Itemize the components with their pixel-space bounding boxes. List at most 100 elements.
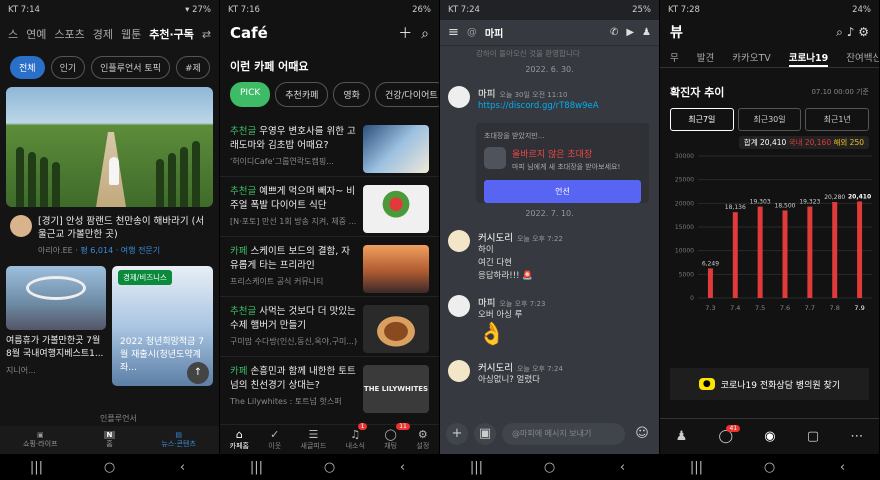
feed-card-info[interactable]: [경기] 안성 팜랜드 천만송이 해바라기 (서울근교 가볼만한 곳) 아리아.… (0, 207, 219, 256)
tab-webtoon[interactable]: 웹툰 (121, 26, 141, 42)
friends-icon[interactable]: ♟ (676, 429, 688, 444)
tree-shape (52, 162, 60, 207)
feed-card-image[interactable] (6, 87, 213, 207)
segment-30days[interactable]: 최근30일 (737, 108, 802, 131)
feed-card-small[interactable]: 경제/비즈니스 2022 청년희망적금 7월 재출시(청년도약계좌... ↑ (112, 266, 213, 386)
gear-icon[interactable]: ⚙ (858, 25, 869, 39)
legend-abroad: 해외 250 (833, 138, 865, 147)
status-bar: KT 7:16 26% (220, 0, 439, 20)
members-icon[interactable]: ♟ (642, 27, 651, 38)
home-icon[interactable]: ○ (315, 460, 345, 475)
menu-icon[interactable]: ≡ (448, 25, 459, 40)
tab-feed[interactable]: ☰ 새글피드 (301, 428, 327, 451)
card-stats: 평 6,014 · 여행 전문기 (80, 246, 161, 255)
tab-notifications[interactable]: ♫ 1 내소식 (346, 423, 368, 451)
pill-recommend[interactable]: 추천카페 (275, 82, 329, 107)
swap-icon[interactable]: ⇄ (202, 28, 211, 41)
chip-influencer[interactable]: 인플루언서 토픽 (91, 56, 170, 79)
list-item[interactable]: 추천글 예쁘게 먹으며 빼자~ 비주얼 폭발 다이어트 식단 [N·포토] 만선 … (220, 177, 439, 237)
home-icon[interactable]: ○ (95, 460, 125, 475)
tab-entertainment[interactable]: 연예 (26, 26, 46, 42)
bar-value-label: 20,280 (824, 194, 845, 201)
tab-economy[interactable]: 경제 (93, 26, 113, 42)
scroll-top-icon[interactable]: ↑ (187, 362, 209, 384)
recent-apps-icon[interactable]: ||| (682, 460, 712, 475)
status-time: KT 7:16 (228, 5, 260, 15)
phone-discord-screen: KT 7:24 25% ≡ @ 마피 ✆ ▶ ♟ 강하이 돌아오신 것을 환영합… (440, 0, 660, 480)
pill-health[interactable]: 건강/다이어트 (374, 82, 439, 107)
bar-value-label: 18,500 (775, 202, 796, 209)
tab-partial[interactable]: 스 (8, 26, 18, 42)
card-author: 지니어... (6, 366, 36, 375)
tab-settings[interactable]: ⚙ 설정 (416, 428, 429, 451)
back-icon[interactable]: ‹ (388, 460, 418, 475)
chip-hashtag[interactable]: #제 (175, 56, 210, 79)
avatar[interactable] (448, 86, 470, 108)
segment-7days[interactable]: 최근7일 (670, 108, 734, 131)
cafe-logo[interactable]: Café (230, 24, 268, 42)
tab-partial[interactable]: 무 (670, 50, 679, 67)
search-icon[interactable]: ⌕ (836, 25, 843, 39)
card-author: 인플루언서 (100, 414, 137, 423)
more-icon[interactable]: ⋯ (850, 429, 863, 444)
chip-all[interactable]: 전체 (10, 56, 45, 79)
tab-home[interactable]: N홈 (103, 431, 116, 449)
tab-sports[interactable]: 스포츠 (54, 26, 84, 42)
list-item[interactable]: 카페 스케이트 보드의 결함, 자유롭게 타는 프리라인 프리스케이트 공식 커뮤… (220, 237, 439, 297)
chat-icon[interactable]: ◯ 41 (718, 425, 741, 444)
tab-cafe-home[interactable]: ⌂ 카페홈 (230, 428, 249, 451)
home-icon[interactable]: ○ (535, 460, 565, 475)
news-icon: ▤ (175, 431, 183, 439)
recent-apps-icon[interactable]: ||| (22, 460, 52, 475)
message: 커시도리 오늘 오후 7:24 아싱없니? 얼렸다 (440, 354, 659, 393)
video-icon[interactable]: ▶ (626, 27, 634, 38)
search-icon[interactable]: ⌕ (421, 26, 429, 42)
y-tick-label: 10000 (675, 248, 694, 255)
tab-discover[interactable]: 발견 (697, 50, 714, 67)
plus-icon[interactable]: + (446, 423, 468, 445)
consult-banner[interactable]: ● 코로나19 전화상담 병의원 찾기 (670, 368, 869, 400)
back-icon[interactable]: ‹ (168, 460, 198, 475)
view-icon[interactable]: ◉ (764, 429, 775, 444)
invite-button[interactable]: 언션 (484, 180, 641, 203)
music-icon[interactable]: ♪ (847, 25, 855, 39)
ring-structure (26, 276, 86, 300)
avatar[interactable] (448, 295, 470, 317)
tab-vaccine[interactable]: 잔여백신 (846, 50, 879, 67)
home-icon[interactable]: ○ (755, 460, 785, 475)
pill-movie[interactable]: 영화 (333, 82, 370, 107)
tab-kakaotv[interactable]: 카카오TV (732, 50, 771, 67)
shopping-icon[interactable]: ▢ (807, 429, 819, 444)
feed-card-small[interactable]: 여름휴가 가볼만한곳 7월 8월 국내여행지베스트1... 지니어... (6, 266, 106, 386)
add-icon[interactable]: ＋ (398, 26, 412, 42)
recent-apps-icon[interactable]: ||| (242, 460, 272, 475)
notification-badge: 1 (357, 423, 368, 430)
call-icon[interactable]: ✆ (610, 27, 618, 38)
list-item[interactable]: 추천글 우영우 변호사를 위한 고래도마와 김초밥 어때요? '허이디Cafe'그… (220, 117, 439, 177)
message-input[interactable]: @마피에 메시지 보내기 (502, 423, 625, 445)
home-icon: ⌂ (235, 428, 243, 441)
emoji-icon[interactable]: ☺ (631, 423, 653, 445)
tab-chat[interactable]: ◯ 11 채팅 (384, 423, 410, 451)
tab-neighbors[interactable]: ✓ 이웃 (268, 428, 281, 451)
back-icon[interactable]: ‹ (828, 460, 858, 475)
chip-popular[interactable]: 인기 (50, 56, 86, 79)
list-item[interactable]: 카페 손흥민과 함께 내한한 토트넘의 친선경기 상대는? The Lilywhi… (220, 357, 439, 417)
recent-apps-icon[interactable]: ||| (462, 460, 492, 475)
segment-1year[interactable]: 최근1년 (805, 108, 870, 131)
avatar[interactable] (448, 360, 470, 382)
tab-news[interactable]: ▤ 뉴스·콘텐츠 (161, 431, 195, 449)
gift-icon[interactable]: ▣ (474, 423, 496, 445)
list-item[interactable]: 추천글 사먹는 것보다 더 맛있는 수제 햄버거 만들기 구미맘 수다방(인신,동… (220, 297, 439, 357)
tab-covid19[interactable]: 코로나19 (788, 50, 829, 67)
back-icon[interactable]: ‹ (608, 460, 638, 475)
faded-message: 강하이 돌아오신 것을 환영합니다 (476, 49, 580, 58)
avatar[interactable] (448, 230, 470, 252)
tab-shopping[interactable]: ▣ 쇼핑·라이프 (23, 431, 57, 449)
status-bar: KT 7:28 24% (660, 0, 879, 20)
post-thumbnail (363, 245, 429, 293)
pill-pick[interactable]: PICK (230, 82, 271, 107)
invite-link[interactable]: https://discord.gg/rT88w9eA (478, 100, 599, 113)
cafe-header: Café ＋ ⌕ (220, 20, 439, 46)
tab-recommend[interactable]: 추천·구독 (149, 26, 194, 42)
